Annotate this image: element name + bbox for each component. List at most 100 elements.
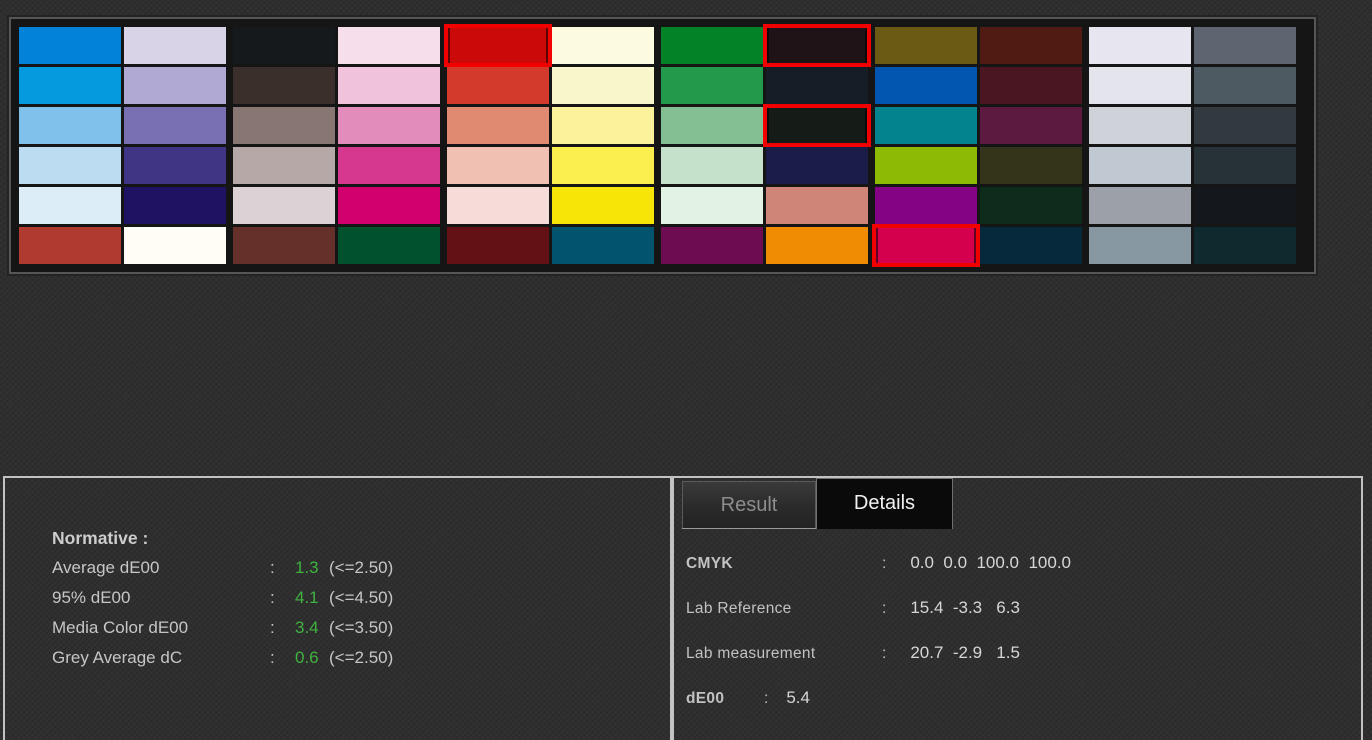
detail-label: dE00 (686, 677, 764, 721)
color-patch[interactable] (661, 107, 763, 144)
color-patch[interactable] (766, 147, 868, 184)
color-patch[interactable] (19, 147, 121, 184)
color-patch-selected[interactable] (766, 27, 868, 64)
color-patch[interactable] (19, 187, 121, 224)
color-patch[interactable] (980, 147, 1082, 184)
color-patch[interactable] (338, 67, 440, 104)
color-patch[interactable] (875, 67, 977, 104)
color-patch[interactable] (552, 227, 654, 264)
patch-row (19, 67, 1306, 104)
color-patch[interactable] (1089, 227, 1191, 264)
color-patch[interactable] (875, 107, 977, 144)
color-patch[interactable] (233, 107, 335, 144)
color-patch[interactable] (338, 107, 440, 144)
metric-value: 3.4 (295, 613, 329, 643)
color-patch[interactable] (1194, 227, 1296, 264)
detail-value: 15.4 -3.3 6.3 (910, 598, 1020, 617)
color-patch[interactable] (124, 107, 226, 144)
color-patch[interactable] (766, 67, 868, 104)
color-patch[interactable] (1194, 147, 1296, 184)
normative-row-media-color-de00: Media Color dE00:3.4(<=3.50) (52, 613, 670, 643)
details-row-lab-measurement: Lab measurement:20.7 -2.9 1.5 (686, 631, 1361, 676)
color-patch[interactable] (124, 227, 226, 264)
colon: : (882, 542, 886, 586)
color-patch[interactable] (447, 187, 549, 224)
details-content: CMYK:0.0 0.0 100.0 100.0 Lab Reference:1… (674, 529, 1361, 721)
colon: : (882, 632, 886, 676)
normative-title: Normative : (52, 523, 670, 553)
color-patch[interactable] (338, 147, 440, 184)
colon: : (270, 553, 295, 583)
color-patch[interactable] (980, 227, 1082, 264)
color-patch[interactable] (447, 147, 549, 184)
color-patch[interactable] (875, 187, 977, 224)
patch-row (19, 187, 1306, 224)
color-patch[interactable] (1089, 147, 1191, 184)
tab-result[interactable]: Result (682, 481, 816, 529)
color-patch[interactable] (1194, 67, 1296, 104)
color-patch[interactable] (552, 147, 654, 184)
color-patch[interactable] (552, 107, 654, 144)
details-panel: Result Details CMYK:0.0 0.0 100.0 100.0 … (672, 476, 1363, 740)
color-patch[interactable] (19, 27, 121, 64)
details-row-lab-reference: Lab Reference:15.4 -3.3 6.3 (686, 586, 1361, 631)
metric-label: Media Color dE00 (52, 613, 270, 643)
color-patch[interactable] (447, 67, 549, 104)
color-patch[interactable] (875, 147, 977, 184)
metric-limit: (<=2.50) (329, 648, 393, 667)
color-patch[interactable] (661, 147, 763, 184)
color-patch[interactable] (338, 227, 440, 264)
color-patch[interactable] (233, 227, 335, 264)
color-patch[interactable] (233, 27, 335, 64)
color-patch[interactable] (447, 107, 549, 144)
color-patch[interactable] (233, 147, 335, 184)
color-patch[interactable] (124, 187, 226, 224)
color-patch[interactable] (19, 107, 121, 144)
patch-row (19, 107, 1306, 144)
tab-details[interactable]: Details (816, 478, 953, 529)
color-patch[interactable] (124, 67, 226, 104)
color-patch[interactable] (875, 27, 977, 64)
color-patch[interactable] (980, 107, 1082, 144)
color-patch[interactable] (124, 147, 226, 184)
color-patch[interactable] (552, 67, 654, 104)
color-patch[interactable] (661, 67, 763, 104)
color-patch[interactable] (766, 227, 868, 264)
color-patch[interactable] (1194, 107, 1296, 144)
metric-limit: (<=4.50) (329, 588, 393, 607)
color-patch[interactable] (124, 27, 226, 64)
metric-label: Grey Average dC (52, 643, 270, 673)
color-patch[interactable] (233, 187, 335, 224)
color-patch[interactable] (1089, 107, 1191, 144)
color-patch[interactable] (338, 27, 440, 64)
color-patch[interactable] (1089, 187, 1191, 224)
color-patch[interactable] (980, 67, 1082, 104)
color-patch[interactable] (447, 227, 549, 264)
color-patch[interactable] (766, 187, 868, 224)
metric-limit: (<=2.50) (329, 558, 393, 577)
color-patch[interactable] (1194, 27, 1296, 64)
color-patch[interactable] (338, 187, 440, 224)
color-patch[interactable] (661, 187, 763, 224)
color-patch[interactable] (19, 67, 121, 104)
metric-label: 95% dE00 (52, 583, 270, 613)
details-row-cmyk: CMYK:0.0 0.0 100.0 100.0 (686, 541, 1361, 586)
metric-value: 0.6 (295, 643, 329, 673)
color-patch[interactable] (661, 27, 763, 64)
color-patch[interactable] (19, 227, 121, 264)
colon: : (270, 583, 295, 613)
color-patch[interactable] (552, 27, 654, 64)
normative-panel: Normative : Average dE00:1.3(<=2.50) 95%… (3, 476, 672, 740)
color-patch-selected[interactable] (447, 27, 549, 64)
color-patch[interactable] (1089, 67, 1191, 104)
color-patch[interactable] (980, 27, 1082, 64)
color-patch[interactable] (1089, 27, 1191, 64)
detail-label: Lab measurement (686, 632, 882, 676)
color-patch[interactable] (233, 67, 335, 104)
color-patch-selected[interactable] (875, 227, 977, 264)
color-patch[interactable] (552, 187, 654, 224)
color-patch[interactable] (1194, 187, 1296, 224)
color-patch-selected[interactable] (766, 107, 868, 144)
color-patch[interactable] (980, 187, 1082, 224)
color-patch[interactable] (661, 227, 763, 264)
